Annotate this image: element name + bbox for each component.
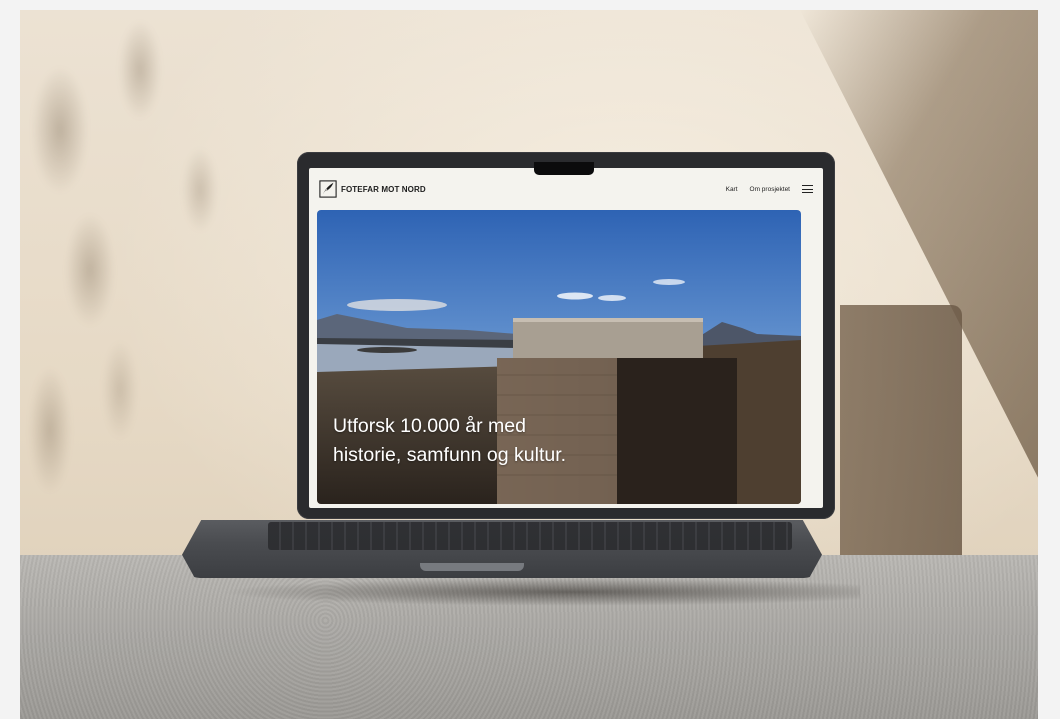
camera-notch [534,162,594,175]
hamburger-menu-icon[interactable] [802,185,813,193]
site-nav: Kart Om prosjektet [726,185,813,193]
nav-link-kart[interactable]: Kart [726,186,738,193]
laptop-screen: FOTEFAR MOT NORD Kart Om prosjektet Utfo… [309,168,823,508]
brand-name: FOTEFAR MOT NORD [341,184,426,194]
brand[interactable]: FOTEFAR MOT NORD [319,180,426,198]
laptop-lid: FOTEFAR MOT NORD Kart Om prosjektet Utfo… [297,152,835,519]
hero-image: Utforsk 10.000 år med historie, samfunn … [317,210,801,504]
table-shadow [220,578,860,606]
laptop-cast-shadow [840,305,962,560]
laptop-base-lip [420,563,524,571]
hero-heading: Utforsk 10.000 år med historie, samfunn … [333,412,653,470]
nav-link-om-prosjektet[interactable]: Om prosjektet [750,186,790,193]
hero-heading-line-1: Utforsk 10.000 år med [333,415,526,437]
laptop-keyboard [268,522,792,550]
hero-heading-line-2: historie, samfunn og kultur. [333,444,567,466]
plant-shadow [20,10,300,570]
feather-logo-icon [319,180,337,198]
